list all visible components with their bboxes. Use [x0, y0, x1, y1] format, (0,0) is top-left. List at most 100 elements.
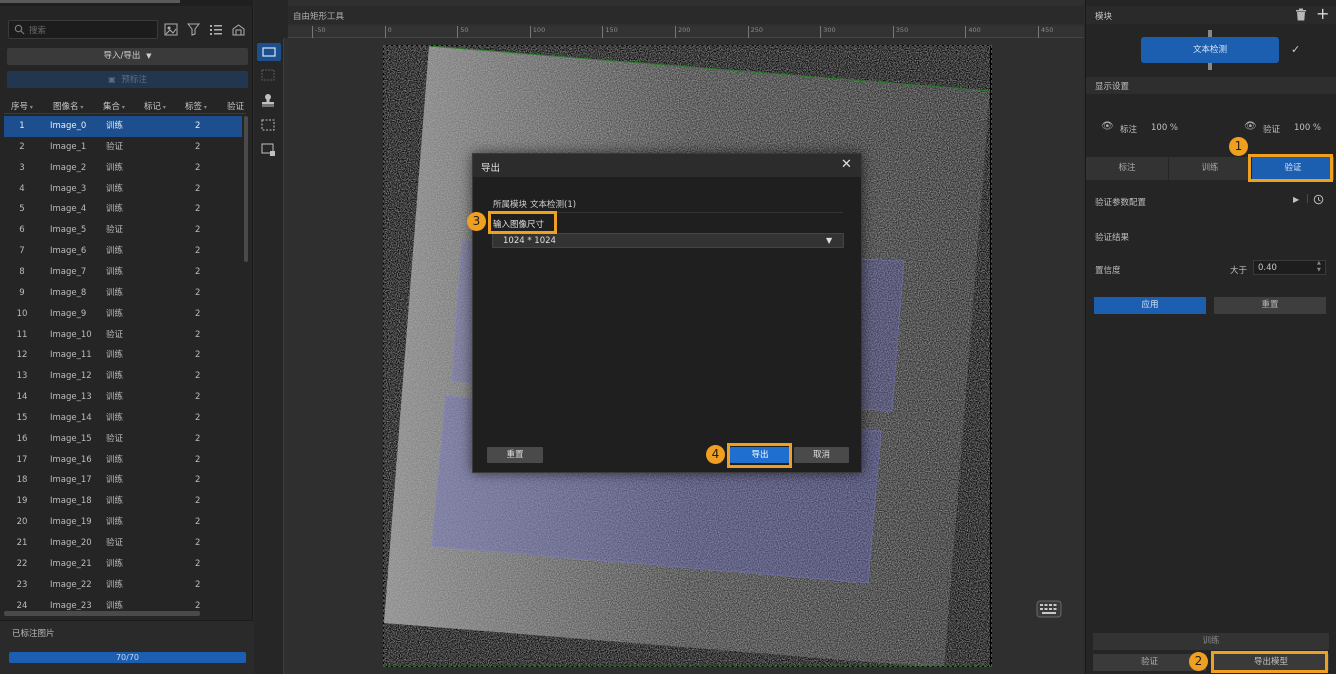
module-node-text-detection[interactable]: 文本检测 — [1141, 37, 1279, 63]
delete-icon[interactable] — [1295, 8, 1307, 21]
table-row[interactable]: 4 Image_3 训练 2 — [4, 179, 242, 200]
verify-param-config-title[interactable]: 验证参数配置 — [1095, 196, 1146, 208]
row-set: 训练 — [106, 287, 124, 298]
col-header-set[interactable]: 集合 ▾ — [103, 100, 125, 112]
table-row[interactable]: 3 Image_2 训练 2 — [4, 158, 242, 179]
row-image-name: Image_15 — [50, 433, 92, 444]
stepper-up-icon[interactable]: ▲ — [1317, 260, 1321, 266]
row-image-name: Image_10 — [50, 329, 92, 340]
table-row[interactable]: 8 Image_7 训练 2 — [4, 262, 242, 283]
image-table-body: 1 Image_0 训练 2 2 Image_1 验证 2 3 Image_2 训练 2 4 Image_… — [0, 116, 246, 610]
col-header-name[interactable]: 图像名 ▾ — [53, 100, 83, 112]
pre-annotate-button[interactable]: ▣ 预标注 — [7, 71, 248, 88]
search-input[interactable]: 搜索 — [8, 20, 158, 39]
annotate-opacity-value[interactable]: 100 % — [1151, 123, 1178, 133]
ruler-tick — [312, 26, 313, 38]
reset-button[interactable]: 重置 — [1214, 297, 1326, 314]
rect-tool-button[interactable] — [257, 43, 281, 61]
dialog-reset-button[interactable]: 重置 — [487, 447, 543, 463]
row-image-name: Image_5 — [50, 225, 87, 236]
list-icon[interactable] — [209, 23, 223, 36]
stepper-down-icon[interactable]: ▼ — [1317, 267, 1321, 273]
row-image-name: Image_3 — [50, 183, 87, 194]
table-horizontal-scrollbar[interactable] — [4, 611, 200, 616]
row-tag: 2 — [195, 308, 201, 319]
image-filter-icon[interactable] — [164, 23, 178, 36]
table-row[interactable]: 18 Image_17 训练 2 — [4, 470, 242, 491]
table-row[interactable]: 19 Image_18 训练 2 — [4, 491, 242, 512]
display-settings-header: 显示设置 — [1086, 77, 1336, 94]
table-row[interactable]: 6 Image_5 验证 2 — [4, 220, 242, 241]
greater-than-label: 大于 — [1230, 266, 1248, 276]
verify-button-label: 验证 — [1140, 657, 1158, 667]
train-button[interactable]: 训练 — [1093, 633, 1329, 650]
table-row[interactable]: 11 Image_10 验证 2 — [4, 325, 242, 346]
expand-arrow-icon[interactable]: ▶ — [1293, 195, 1299, 204]
row-tag: 2 — [195, 183, 201, 194]
stamp-tool-icon[interactable] — [261, 93, 275, 107]
import-export-button[interactable]: 导入/导出 ▼ — [7, 48, 248, 65]
row-set: 训练 — [106, 475, 124, 486]
verify-visibility-icon[interactable]: 👁 — [1244, 121, 1257, 132]
table-row[interactable]: 9 Image_8 训练 2 — [4, 283, 242, 304]
row-set: 训练 — [106, 162, 124, 173]
confidence-input[interactable]: 0.40 ▲ ▼ — [1253, 260, 1326, 275]
row-no: 15 — [16, 412, 28, 423]
close-icon[interactable]: ✕ — [841, 157, 852, 172]
table-row[interactable]: 14 Image_13 训练 2 — [4, 387, 242, 408]
add-icon[interactable]: + — [1316, 4, 1329, 23]
mask-tool-icon[interactable] — [261, 143, 277, 157]
table-row[interactable]: 20 Image_19 训练 2 — [4, 512, 242, 533]
labeled-progress-text: 70/70 — [115, 653, 140, 662]
labeled-progress-bar: 70/70 — [9, 652, 246, 663]
export-dialog: 导出 ✕ 所属模块 文本检测(1) 输入图像尺寸 1024 * 1024 ▼ 重… — [472, 153, 862, 473]
tab-annotate[interactable]: 标注 — [1086, 157, 1168, 180]
table-vertical-scrollbar[interactable] — [244, 116, 248, 262]
row-image-name: Image_11 — [50, 350, 92, 361]
tab-train[interactable]: 训练 — [1169, 157, 1251, 180]
row-tag: 2 — [195, 162, 201, 173]
verify-opacity-value[interactable]: 100 % — [1294, 123, 1321, 133]
col-header-tag[interactable]: 标签 ▾ — [185, 100, 207, 112]
select-tool-icon[interactable] — [261, 119, 275, 131]
row-set: 训练 — [106, 183, 124, 194]
col-header-mark[interactable]: 标记 ▾ — [144, 100, 166, 112]
table-row[interactable]: 16 Image_15 验证 2 — [4, 429, 242, 450]
table-row[interactable]: 10 Image_9 训练 2 — [4, 304, 242, 325]
keyboard-icon[interactable] — [1036, 600, 1062, 618]
canvas-header: 自由矩形工具 — [288, 6, 1084, 24]
polygon-tool-icon[interactable] — [261, 69, 275, 81]
table-row[interactable]: 22 Image_21 训练 2 — [4, 554, 242, 575]
row-image-name: Image_22 — [50, 579, 92, 590]
table-row[interactable]: 23 Image_22 训练 2 — [4, 575, 242, 596]
table-row[interactable]: 15 Image_14 训练 2 — [4, 408, 242, 429]
table-row[interactable]: 12 Image_11 训练 2 — [4, 345, 242, 366]
table-row[interactable]: 13 Image_12 训练 2 — [4, 366, 242, 387]
col-header-verify[interactable]: 验证 — [227, 100, 246, 112]
table-row[interactable]: 7 Image_6 训练 2 — [4, 241, 242, 262]
filter-icon[interactable] — [187, 23, 201, 36]
col-header-no[interactable]: 序号 ▾ — [11, 100, 33, 112]
table-row[interactable]: 21 Image_20 验证 2 — [4, 533, 242, 554]
dataset-icon[interactable] — [231, 23, 246, 36]
table-row[interactable]: 24 Image_23 训练 2 — [4, 596, 242, 610]
ruler-tick — [529, 26, 531, 38]
row-tag: 2 — [195, 329, 201, 340]
row-set: 训练 — [106, 350, 124, 361]
table-row[interactable]: 2 Image_1 验证 2 — [4, 137, 242, 158]
table-row[interactable]: 1 Image_0 训练 2 — [4, 116, 242, 137]
annotation-step-4: 4 — [706, 445, 725, 464]
row-no: 23 — [16, 579, 28, 590]
table-row[interactable]: 17 Image_16 训练 2 — [4, 450, 242, 471]
dialog-cancel-button[interactable]: 取消 — [794, 447, 849, 463]
input-size-select[interactable]: 1024 * 1024 ▼ — [492, 233, 844, 248]
row-no: 21 — [16, 538, 28, 548]
row-no: 11 — [16, 329, 28, 340]
annotate-visibility-icon[interactable]: 👁 — [1101, 121, 1114, 132]
ruler-tick-label: 200 — [678, 26, 691, 34]
module-node-label: 文本检测 — [1192, 45, 1227, 55]
history-icon[interactable] — [1313, 194, 1324, 205]
apply-button[interactable]: 应用 — [1094, 297, 1206, 314]
row-no: 9 — [19, 287, 25, 298]
table-row[interactable]: 5 Image_4 训练 2 — [4, 199, 242, 220]
